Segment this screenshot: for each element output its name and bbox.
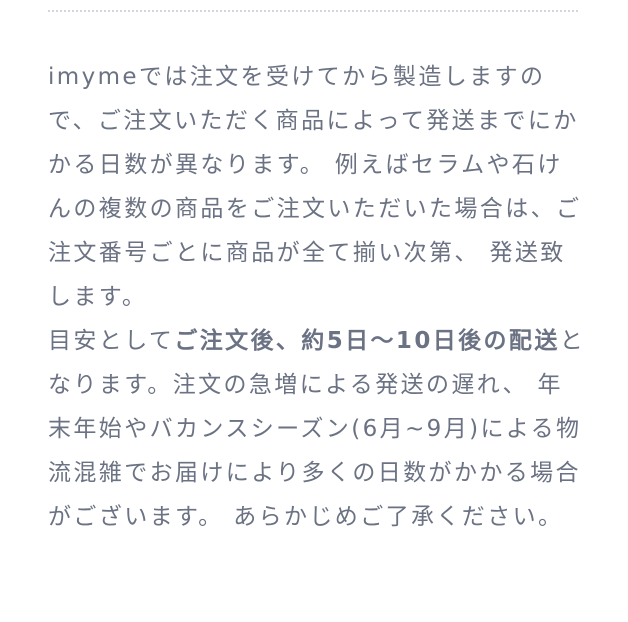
dotted-divider — [48, 10, 578, 12]
delivery-estimate-highlight: ご注文後、約5日〜10日後の配送 — [174, 328, 560, 354]
shipping-notice: imymeでは注文を受けてから製造しますので、ご注文いただく商品によって発送まで… — [48, 55, 588, 539]
delivery-intro-text: 目安として — [48, 328, 175, 354]
notice-paragraph-production: imymeでは注文を受けてから製造しますので、ご注文いただく商品によって発送まで… — [48, 64, 582, 310]
delivery-delay-text: となります。注文の急増による発送の遅れ、 年末年始やバカンスシーズン(6月~9月… — [48, 328, 586, 530]
notice-paragraph-delivery: 目安としてご注文後、約5日〜10日後の配送となります。注文の急増による発送の遅れ… — [48, 319, 588, 539]
